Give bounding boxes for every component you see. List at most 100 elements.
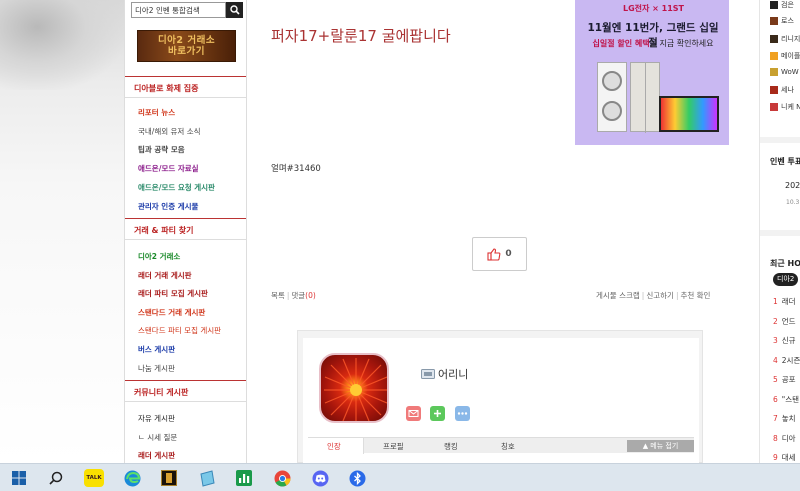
post-links-right: 게시물 스크랩 | 신고하기 | 추천 확인 <box>596 291 711 300</box>
tab-ranking[interactable]: 랭킹 <box>444 441 458 452</box>
hot-text: 디아 <box>781 433 796 443</box>
hot-tag[interactable]: 디아2 <box>773 273 799 286</box>
username-text: 어리니 <box>438 368 469 381</box>
tab-stamp[interactable]: 인장 <box>327 441 341 452</box>
hot-list-item[interactable]: 8 디아 <box>773 433 796 444</box>
recommend-check-link[interactable]: 추천 확인 <box>680 291 710 300</box>
game-link-item[interactable]: 검은 <box>770 0 794 10</box>
game-link-item[interactable]: WoW <box>770 68 799 76</box>
kakaotalk-icon[interactable]: TALK <box>84 469 104 487</box>
sidebar-menu-item[interactable]: 래더 거래 게시판 <box>138 270 192 281</box>
hot-text: "스탠 <box>781 394 800 404</box>
sidebar-menu-item[interactable]: ㄴ 시세 질문 <box>138 432 177 443</box>
game-link-label: 리니지 <box>781 35 800 43</box>
comment-count: (0) <box>305 291 316 300</box>
hot-text: 2시즌 <box>781 355 800 365</box>
vote-date: 10.3 <box>786 199 800 206</box>
like-button[interactable]: 0 <box>472 237 527 271</box>
sidebar-menu-item[interactable]: 리포터 뉴스 <box>138 107 175 118</box>
edge-icon[interactable] <box>123 469 141 487</box>
game-link-label: 검은 <box>781 1 794 9</box>
search-icon[interactable] <box>47 469 65 487</box>
game-link-item[interactable]: 니케 N <box>770 102 800 112</box>
message-icon[interactable] <box>406 406 421 421</box>
search-icon <box>229 5 240 15</box>
game-link-item[interactable]: 세나 <box>770 85 794 95</box>
comment-link[interactable]: 댓글 <box>291 291 305 300</box>
sidebar-menu-item[interactable]: 디아2 거래소 <box>138 251 180 262</box>
diablo-icon[interactable] <box>160 469 178 487</box>
hot-rank: 9 <box>773 453 778 462</box>
game-icon <box>770 68 778 76</box>
username[interactable]: 어리니 <box>421 366 468 382</box>
ad-tv-image <box>659 96 719 132</box>
list-link[interactable]: 목록 <box>271 291 285 300</box>
advertisement[interactable]: LG전자 × 11ST 11월엔 11번가, 그랜드 십일절 십일절 할인 혜택… <box>575 0 729 145</box>
hot-list-item[interactable]: 5 공포 <box>773 374 796 385</box>
hot-text: 언드 <box>781 316 796 326</box>
game-link-label: 세나 <box>781 86 794 94</box>
hot-list-item[interactable]: 6 "스탠 <box>773 394 799 405</box>
ad-fridge-image <box>630 62 660 133</box>
hot-list-item[interactable]: 9 대세 <box>773 452 796 463</box>
trade-banner[interactable]: 디아2 거래소 바로가기 <box>137 30 236 62</box>
windows-start-icon[interactable] <box>10 469 28 487</box>
discord-icon[interactable] <box>311 469 329 487</box>
search-button[interactable] <box>226 2 243 18</box>
sidebar-menu-item[interactable]: 애드온/모드 자료실 <box>138 163 199 174</box>
game-icon <box>770 17 778 25</box>
hot-list-item[interactable]: 3 신규 <box>773 335 796 346</box>
sidebar-menu-item[interactable]: 애드온/모드 요청 게시판 <box>138 182 215 193</box>
hot-header: 최근 HO <box>770 259 800 268</box>
ad-subline-rest: 을 지금 확인하세요 <box>649 39 714 48</box>
sidebar-menu-item[interactable]: 국내/해외 유저 소식 <box>138 126 201 137</box>
page-background <box>0 0 124 463</box>
hot-list-item[interactable]: 1 래더 <box>773 296 796 307</box>
sidebar-menu-item[interactable]: 스탠다드 파티 모집 게시판 <box>138 325 221 336</box>
hot-text: 래더 <box>781 297 796 306</box>
sidebar-menu-item[interactable]: 래더 게시판 <box>138 450 175 461</box>
game-link-label: 로스 <box>781 17 794 25</box>
sidebar-section-title: 거래 & 파티 찾기 <box>125 218 246 240</box>
vote-year: 202 <box>785 181 800 190</box>
game-link-item[interactable]: 리니지 <box>770 34 800 44</box>
hot-rank: 1 <box>773 297 778 306</box>
hot-list-item[interactable]: 2 언드 <box>773 316 796 327</box>
search-input[interactable] <box>131 2 226 18</box>
author-profile-box: 어리니 인장 프로필 랭킹 칭호 ▲ 메뉴 접기 <box>297 330 703 464</box>
report-link[interactable]: 신고하기 <box>646 291 674 300</box>
game-icon <box>770 86 778 94</box>
avatar[interactable] <box>319 353 389 423</box>
game-link-item[interactable]: 로스 <box>770 16 794 26</box>
sidebar-menu-item[interactable]: 나눔 게시판 <box>138 363 175 374</box>
tab-titles[interactable]: 칭호 <box>501 441 515 452</box>
sidebar-menu-item[interactable]: 자유 게시판 <box>138 413 175 424</box>
hot-rank: 6 <box>773 394 778 404</box>
sidebar-menu-item[interactable]: 래더 파티 모집 게시판 <box>138 288 208 299</box>
tab-profile[interactable]: 프로필 <box>383 441 404 452</box>
right-sidebar: 인벤 투표 202 10.3 최근 HO 디아2 검은 로스 리니지 메이플 WoW 세나… <box>759 0 800 463</box>
scrap-link[interactable]: 게시물 스크랩 <box>596 291 640 300</box>
hot-list-item[interactable]: 7 놓치 <box>773 413 796 424</box>
hot-list-item[interactable]: 4 2시즌 <box>773 355 800 366</box>
banner-text: 디아2 거래소 바로가기 <box>157 35 216 57</box>
add-friend-icon[interactable] <box>430 406 445 421</box>
game-link-label: WoW <box>781 68 799 76</box>
notes-icon[interactable] <box>198 469 216 487</box>
left-sidebar: 디아2 거래소 바로가기 디아블로 화제 집중리포터 뉴스국내/해외 유저 소식… <box>124 0 247 463</box>
game-link-item[interactable]: 메이플 <box>770 51 800 61</box>
sidebar-menu-item[interactable]: 버스 게시판 <box>138 344 175 355</box>
sidebar-menu-item[interactable]: 스탠다드 거래 게시판 <box>138 307 205 318</box>
more-options-icon[interactable] <box>455 406 470 421</box>
fold-menu-button[interactable]: ▲ 메뉴 접기 <box>627 440 694 452</box>
post-links-left: 목록 | 댓글(0) <box>271 291 316 300</box>
sidebar-menu-item[interactable]: 관리자 인증 게시물 <box>138 201 198 212</box>
chrome-icon[interactable] <box>273 469 291 487</box>
sidebar-menu-item[interactable]: 팁과 공략 모음 <box>138 144 185 155</box>
game-icon <box>770 1 778 9</box>
hot-rank: 7 <box>773 414 778 423</box>
thumbs-up-icon <box>487 247 501 261</box>
level-badge-icon <box>421 369 435 379</box>
bluetooth-icon[interactable] <box>348 469 366 487</box>
spreadsheet-icon[interactable] <box>235 469 253 487</box>
